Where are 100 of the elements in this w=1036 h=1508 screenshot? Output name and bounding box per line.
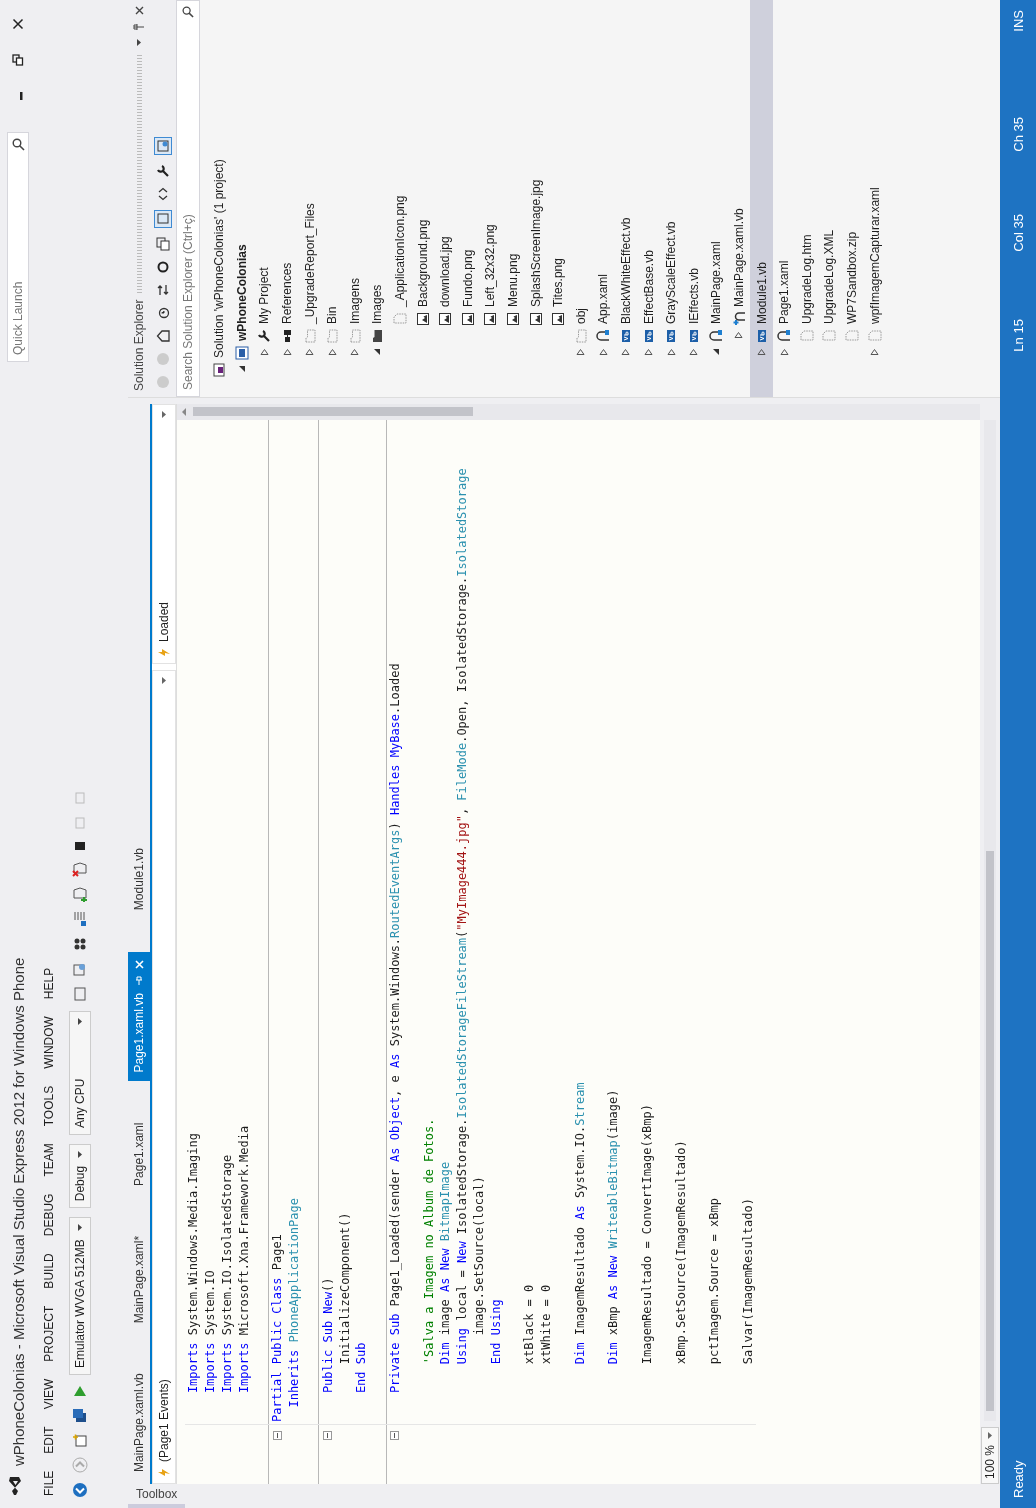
tree-item[interactable]: wPhoneColonias (230, 0, 254, 397)
document-tab[interactable]: Page1.xaml (128, 1114, 150, 1194)
bookmark-icon[interactable] (72, 839, 88, 852)
collapsed-triangle-icon[interactable] (757, 348, 767, 357)
tree-item[interactable]: IEffects.vb (682, 0, 706, 397)
collapse-all-icon[interactable] (156, 237, 170, 251)
tree-item[interactable]: Imagens (343, 0, 367, 397)
menu-item[interactable]: EDIT (42, 1426, 56, 1454)
menu-item[interactable]: FILE (42, 1470, 56, 1496)
history-icon[interactable] (156, 306, 170, 320)
new-project-icon[interactable] (72, 1432, 88, 1448)
pin-icon[interactable] (133, 22, 145, 32)
document-tab[interactable]: MainPage.xaml* (128, 1227, 150, 1332)
close-icon[interactable] (12, 18, 24, 30)
tree-item[interactable]: _UpgradeReport_Files (298, 0, 321, 397)
collapsed-triangle-icon[interactable] (305, 348, 315, 357)
collapsed-triangle-icon[interactable] (621, 348, 631, 357)
tree-item[interactable]: download.jpg (433, 0, 457, 397)
bookmark-add-icon[interactable] (72, 885, 88, 902)
tree-item[interactable]: Left_32x32.png (479, 0, 502, 397)
member-dropdown[interactable]: Loaded (152, 404, 176, 664)
tree-item[interactable]: Images (366, 0, 389, 397)
tree-item[interactable]: GrayScaleEffect.vb (659, 0, 683, 397)
target-dropdown[interactable]: Emulator WVGA 512MB (69, 1217, 91, 1375)
tree-item[interactable]: Background.png (411, 0, 434, 397)
collapsed-triangle-icon[interactable] (282, 348, 292, 357)
sync-icon[interactable] (156, 283, 170, 297)
menu-item[interactable]: BUILD (42, 1253, 56, 1289)
tree-item[interactable]: WP7Sandbox.zip (840, 0, 864, 397)
tree-item[interactable]: wpfImagemCapturar.xaml (863, 0, 886, 397)
refresh-icon[interactable] (156, 260, 170, 274)
search-field[interactable]: Search Solution Explorer (Ctrl+ç) (176, 0, 200, 397)
dashed-file-icon (844, 329, 859, 343)
menu-item[interactable]: DEBUG (42, 1193, 56, 1237)
type-dropdown[interactable]: (Page1 Events) (152, 670, 176, 1484)
tree-item[interactable]: Bin (320, 0, 344, 397)
back-icon[interactable] (72, 1482, 88, 1498)
menu-item[interactable]: TOOLS (42, 1085, 56, 1127)
collapsed-triangle-icon[interactable] (598, 348, 608, 357)
horizontal-scrollbar[interactable] (984, 420, 996, 1421)
tree-item[interactable]: EffectBase.vb (637, 0, 660, 397)
tree-item[interactable]: Module1.vb (750, 0, 773, 397)
configuration-dropdown[interactable]: Debug (69, 1143, 91, 1209)
tree-item[interactable]: Menu.png (501, 0, 525, 397)
collapsed-triangle-icon[interactable] (734, 331, 744, 340)
tree-item[interactable]: My Project (253, 0, 276, 397)
tree-item[interactable]: App.xaml (592, 0, 615, 397)
code-view-icon[interactable] (156, 187, 170, 201)
play-icon[interactable] (72, 1384, 88, 1398)
collapsed-triangle-icon[interactable] (327, 348, 337, 357)
restore-icon[interactable] (12, 54, 24, 66)
tree-item[interactable]: References (275, 0, 299, 397)
tree-item[interactable]: BlackWhiteEffect.vb (614, 0, 638, 397)
collapse-icon[interactable] (272, 1431, 282, 1440)
tree-item[interactable]: Fundo.png (456, 0, 480, 397)
menu-item[interactable]: PROJECT (42, 1305, 56, 1362)
expanded-triangle-icon[interactable] (373, 348, 382, 357)
home-icon[interactable] (156, 329, 170, 343)
tree-item[interactable]: obj (569, 0, 593, 397)
tree-item[interactable]: UpgradeLog.XML (818, 0, 841, 397)
expanded-triangle-icon[interactable] (712, 348, 721, 357)
collapsed-triangle-icon[interactable] (689, 348, 699, 357)
show-all-files-icon[interactable] (154, 210, 172, 228)
collapsed-triangle-icon[interactable] (666, 348, 676, 357)
dropdown-arrow-icon[interactable] (136, 39, 142, 46)
tree-item[interactable]: MainPage.xaml.vb (727, 0, 751, 397)
collapsed-triangle-icon[interactable] (350, 348, 360, 357)
wrench-icon[interactable] (156, 164, 170, 178)
close-icon[interactable] (134, 6, 144, 15)
tree-item[interactable]: UpgradeLog.htm (795, 0, 819, 397)
code-line: Dim xBmp As New WriteableBitmap(image) (606, 1089, 621, 1367)
tree-item[interactable]: SplashScreenImage.jpg (524, 0, 547, 397)
tree-item[interactable]: Page1.xaml (772, 0, 796, 397)
menu-item[interactable]: TEAM (42, 1143, 56, 1177)
vertical-scrollbar[interactable] (177, 404, 980, 420)
collapsed-triangle-icon[interactable] (779, 348, 789, 357)
platform-dropdown[interactable]: Any CPU (69, 1010, 91, 1135)
bookmark-remove-icon[interactable] (72, 860, 88, 877)
collapsed-triangle-icon[interactable] (260, 348, 269, 357)
comment-lines-icon[interactable] (72, 910, 88, 927)
collapsed-triangle-icon[interactable] (644, 348, 654, 357)
collapsed-triangle-icon[interactable] (870, 348, 879, 357)
tree-item[interactable]: Solution 'wPhoneColonias' (1 project) (208, 0, 231, 397)
save-all-icon[interactable] (72, 1407, 88, 1423)
quick-launch-field[interactable]: Quick Launch (7, 132, 29, 362)
scroll-up-icon[interactable] (181, 408, 187, 416)
collapse-icon[interactable] (390, 1431, 400, 1440)
expanded-triangle-icon[interactable] (237, 365, 246, 374)
menu-item[interactable]: VIEW (42, 1378, 56, 1410)
tree-item[interactable]: Tites.png (546, 0, 570, 397)
collapse-icon[interactable] (323, 1431, 333, 1440)
tree-item[interactable]: _ApplicationIcon.png (388, 0, 412, 397)
document-tab[interactable]: MainPage.xaml.vb (128, 1365, 150, 1480)
document-tab[interactable]: Module1.vb (128, 840, 150, 919)
collapsed-triangle-icon[interactable] (576, 348, 586, 357)
zoom-dropdown[interactable]: 100 % (981, 1426, 999, 1484)
menu-item[interactable]: WINDOW (42, 1016, 56, 1069)
menu-item[interactable]: HELP (42, 967, 56, 1000)
tree-item[interactable]: MainPage.xaml (705, 0, 728, 397)
preview-icon[interactable] (154, 137, 172, 155)
